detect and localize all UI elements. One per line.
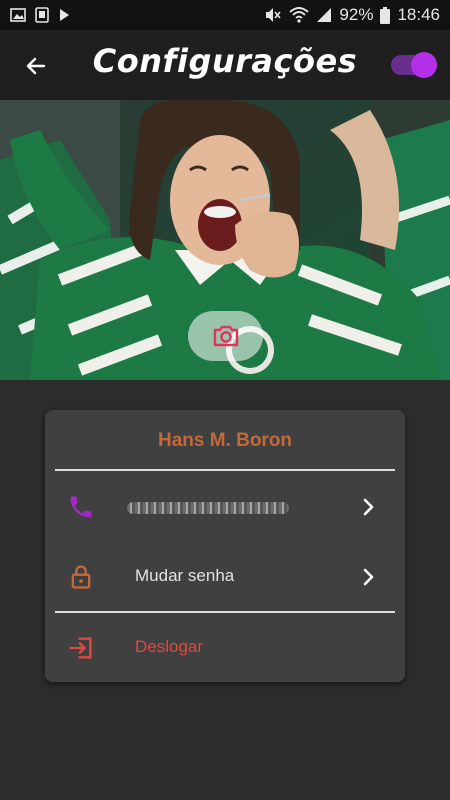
mute-icon [266, 8, 282, 22]
settings-card: Hans M. Boron Mudar senha Deslogar [45, 410, 405, 682]
phone-number-blurred [127, 502, 289, 514]
wifi-icon [289, 7, 310, 23]
toggle-thumb [411, 52, 437, 78]
logout-row[interactable]: Deslogar [45, 618, 405, 678]
signal-icon [317, 8, 332, 22]
battery-icon [380, 6, 391, 24]
divider-top [55, 469, 395, 471]
logout-icon [69, 637, 92, 659]
phone-icon [70, 496, 92, 518]
divider-bottom [55, 611, 395, 613]
battery-percentage: 92% [339, 5, 374, 24]
app-bar: Configurações [0, 30, 450, 100]
screenshot-notification-icon [35, 7, 49, 23]
theme-toggle[interactable] [391, 52, 437, 78]
logout-label: Deslogar [135, 637, 204, 656]
status-bar-notifications [10, 7, 70, 23]
status-bar-system: 92% 18:46 [264, 5, 440, 25]
clock: 18:46 [397, 5, 440, 24]
change-password-label: Mudar senha [135, 566, 235, 585]
image-notification-icon [10, 8, 26, 22]
lock-icon [71, 565, 91, 589]
change-photo-button[interactable] [188, 311, 263, 361]
chevron-right-icon [363, 498, 374, 516]
profile-photo[interactable] [0, 100, 450, 380]
play-notification-icon [60, 9, 69, 21]
phone-row[interactable] [45, 477, 405, 537]
status-bar: 92% 18:46 [0, 0, 450, 30]
change-password-row[interactable]: Mudar senha [45, 547, 405, 607]
page-title: Configurações [92, 42, 358, 80]
profile-name: Hans M. Boron [157, 430, 293, 451]
chevron-right-icon [363, 568, 374, 586]
camera-icon [213, 325, 238, 347]
